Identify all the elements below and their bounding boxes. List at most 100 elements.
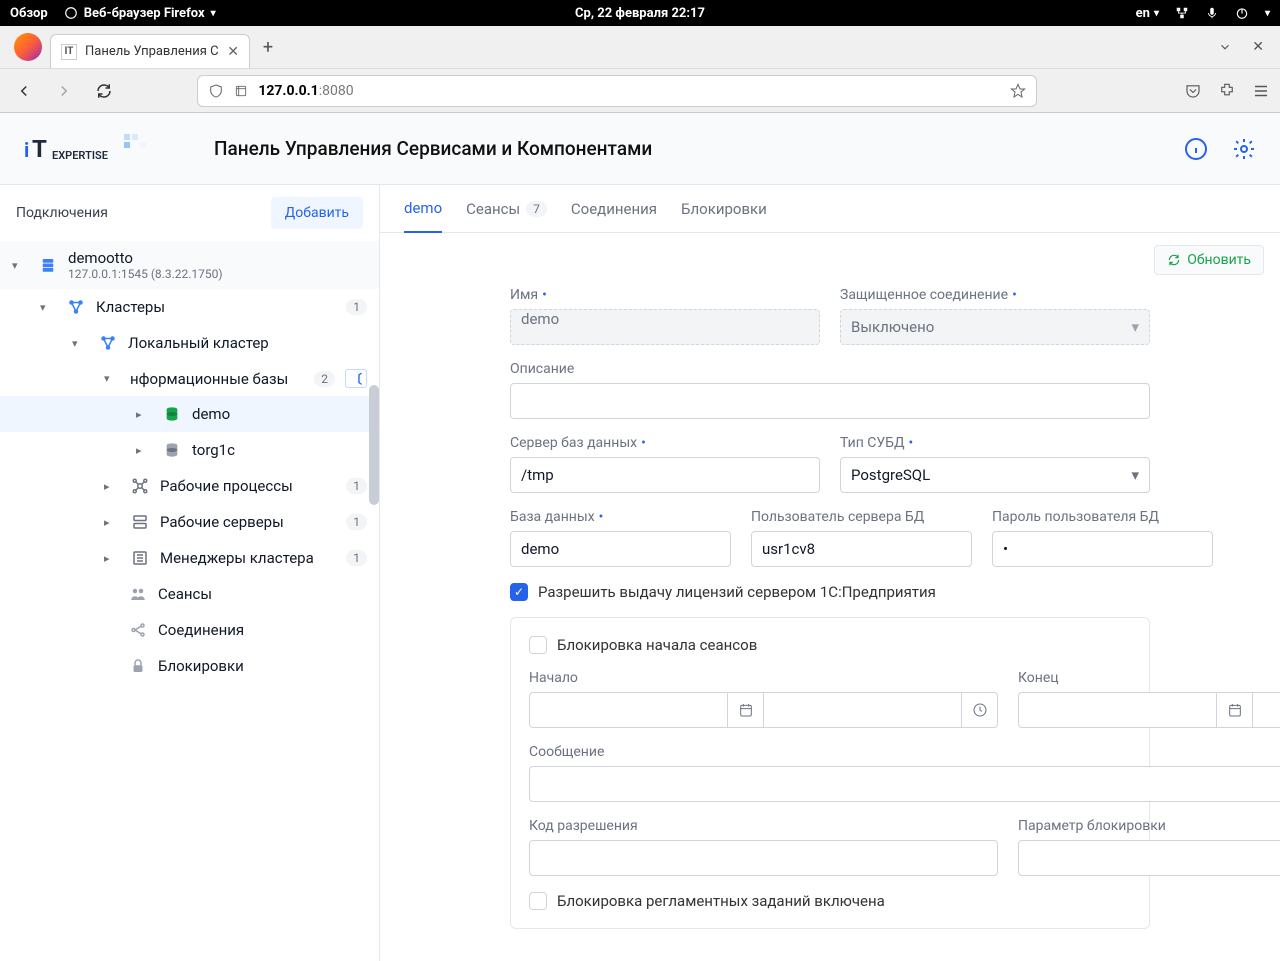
- microphone-icon[interactable]: [1205, 6, 1219, 20]
- back-button[interactable]: [10, 77, 38, 105]
- browser-tab[interactable]: IT Панель Управления С ✕: [50, 34, 250, 68]
- connection-address: 127.0.0.1:1545 (8.3.22.1750): [68, 267, 223, 281]
- tab-locks[interactable]: Блокировки: [681, 186, 767, 232]
- servers-icon: [130, 512, 150, 532]
- info-icon[interactable]: [1184, 137, 1208, 161]
- block-param-label: Параметр блокировки: [1018, 818, 1280, 834]
- chevron-down-icon[interactable]: ▾: [104, 372, 120, 385]
- refresh-label: Обновить: [1187, 252, 1251, 268]
- add-infobase-icon[interactable]: 〔: [345, 369, 367, 388]
- activities-button[interactable]: Обзор: [10, 6, 48, 21]
- refresh-button[interactable]: Обновить: [1154, 245, 1264, 275]
- desktop-top-bar: Обзор Веб-браузер Firefox ▾ Ср, 22 февра…: [0, 0, 1280, 26]
- db-type-select[interactable]: PostgreSQL ▾: [840, 457, 1150, 493]
- power-icon[interactable]: [1235, 6, 1249, 20]
- permission-code-label: Код разрешения: [529, 818, 998, 834]
- tab-sessions[interactable]: Сеансы 7: [466, 186, 547, 232]
- block-param-input[interactable]: [1018, 840, 1280, 876]
- block-scheduled-jobs-checkbox[interactable]: [529, 892, 547, 910]
- chevron-right-icon[interactable]: ▸: [104, 480, 120, 493]
- block-sessions-checkbox[interactable]: [529, 636, 547, 654]
- tree-work-processes[interactable]: ▸ Рабочие процессы 1: [0, 468, 379, 504]
- new-tab-button[interactable]: +: [254, 33, 282, 61]
- close-tab-icon[interactable]: ✕: [227, 44, 239, 60]
- db-server-input[interactable]: [510, 457, 820, 493]
- bookmark-star-icon[interactable]: [1010, 83, 1026, 99]
- chevron-down-icon[interactable]: ▾: [72, 337, 88, 350]
- cluster-managers-count-badge: 1: [346, 550, 367, 566]
- reload-button[interactable]: [90, 77, 118, 105]
- clock-icon[interactable]: [962, 692, 998, 728]
- hamburger-menu-icon[interactable]: [1252, 82, 1270, 100]
- chevron-right-icon[interactable]: ▸: [104, 516, 120, 529]
- tree-infobase-torg1c[interactable]: ▸ torg1c: [0, 432, 379, 468]
- description-input[interactable]: [510, 383, 1150, 419]
- tree-connections[interactable]: Соединения: [0, 612, 379, 648]
- system-menu-chevron[interactable]: ▾: [1265, 8, 1270, 19]
- work-servers-count-badge: 1: [346, 514, 367, 530]
- chevron-right-icon[interactable]: ▸: [104, 552, 120, 565]
- tab-connections[interactable]: Соединения: [571, 186, 657, 232]
- add-connection-button[interactable]: Добавить: [271, 197, 363, 229]
- tree-infobases[interactable]: ▾ нформационные базы 2 〔: [0, 361, 379, 396]
- calendar-icon[interactable]: [728, 692, 764, 728]
- tree-work-servers[interactable]: ▸ Рабочие серверы 1: [0, 504, 379, 540]
- firefox-icon[interactable]: [14, 33, 42, 61]
- keyboard-layout-button[interactable]: en▾: [1136, 6, 1159, 21]
- window-close-icon[interactable]: ✕: [1252, 39, 1264, 55]
- block-end-time[interactable]: [1253, 692, 1280, 728]
- lock-icon[interactable]: [234, 84, 248, 98]
- name-input: demo: [510, 309, 820, 345]
- block-start-time[interactable]: [764, 692, 962, 728]
- clock[interactable]: Ср, 22 февраля 22:17: [575, 6, 705, 21]
- description-label: Описание: [510, 361, 1150, 377]
- gear-icon[interactable]: [1232, 137, 1256, 161]
- chevron-down-icon: ▾: [1131, 318, 1139, 336]
- tree-clusters[interactable]: ▾ Кластеры 1: [0, 289, 379, 325]
- license-checkbox[interactable]: ✓: [510, 583, 528, 601]
- cluster-icon: [98, 333, 118, 353]
- scrollbar-thumb[interactable]: [369, 385, 379, 505]
- db-pass-label: Пароль пользователя БД: [992, 509, 1213, 525]
- sidebar-title: Подключения: [16, 205, 108, 221]
- block-message-input[interactable]: [529, 766, 1280, 802]
- permission-code-input[interactable]: [529, 840, 998, 876]
- tab-list-button[interactable]: [1218, 40, 1232, 54]
- tree-locks[interactable]: Блокировки: [0, 648, 379, 684]
- block-start-date[interactable]: [529, 692, 728, 728]
- app-menu-button[interactable]: Веб-браузер Firefox ▾: [64, 6, 216, 21]
- page-title: Панель Управления Сервисами и Компонента…: [214, 137, 652, 160]
- chevron-down-icon[interactable]: ▾: [40, 301, 56, 314]
- svg-text:i: i: [24, 138, 29, 162]
- sessions-label: Сеансы: [158, 585, 367, 603]
- block-end-date[interactable]: [1018, 692, 1217, 728]
- managers-icon: [130, 548, 150, 568]
- db-user-input[interactable]: [751, 531, 972, 567]
- pocket-icon[interactable]: [1184, 82, 1202, 100]
- tree-connection[interactable]: ▾ demootto 127.0.0.1:1545 (8.3.22.1750): [0, 241, 379, 289]
- extensions-icon[interactable]: [1218, 82, 1236, 100]
- db-pass-input[interactable]: [992, 531, 1213, 567]
- tab-demo[interactable]: demo: [404, 185, 442, 233]
- chevron-down-icon: ▾: [1131, 466, 1139, 484]
- url-bar[interactable]: 127.0.0.1:8080: [197, 75, 1037, 107]
- chevron-right-icon[interactable]: ▸: [136, 408, 152, 421]
- tree-cluster-managers[interactable]: ▸ Менеджеры кластера 1: [0, 540, 379, 576]
- db-server-label: Сервер баз данных•: [510, 435, 820, 451]
- block-start-datetime[interactable]: [529, 692, 998, 728]
- lock-icon: [128, 656, 148, 676]
- network-icon[interactable]: [1175, 6, 1189, 20]
- tree-infobase-demo[interactable]: ▸ demo: [0, 396, 379, 432]
- block-message-label: Сообщение: [529, 744, 1280, 760]
- shield-icon[interactable]: [208, 83, 224, 99]
- block-end-datetime[interactable]: [1018, 692, 1280, 728]
- block-sessions-label: Блокировка начала сеансов: [557, 636, 757, 654]
- calendar-icon[interactable]: [1217, 692, 1253, 728]
- db-name-input[interactable]: [510, 531, 731, 567]
- chevron-down-icon[interactable]: ▾: [12, 259, 28, 272]
- chevron-right-icon[interactable]: ▸: [136, 444, 152, 457]
- db-type-label: Тип СУБД•: [840, 435, 1150, 451]
- clusters-label: Кластеры: [96, 298, 336, 316]
- tree-local-cluster[interactable]: ▾ Локальный кластер: [0, 325, 379, 361]
- tree-sessions[interactable]: Сеансы: [0, 576, 379, 612]
